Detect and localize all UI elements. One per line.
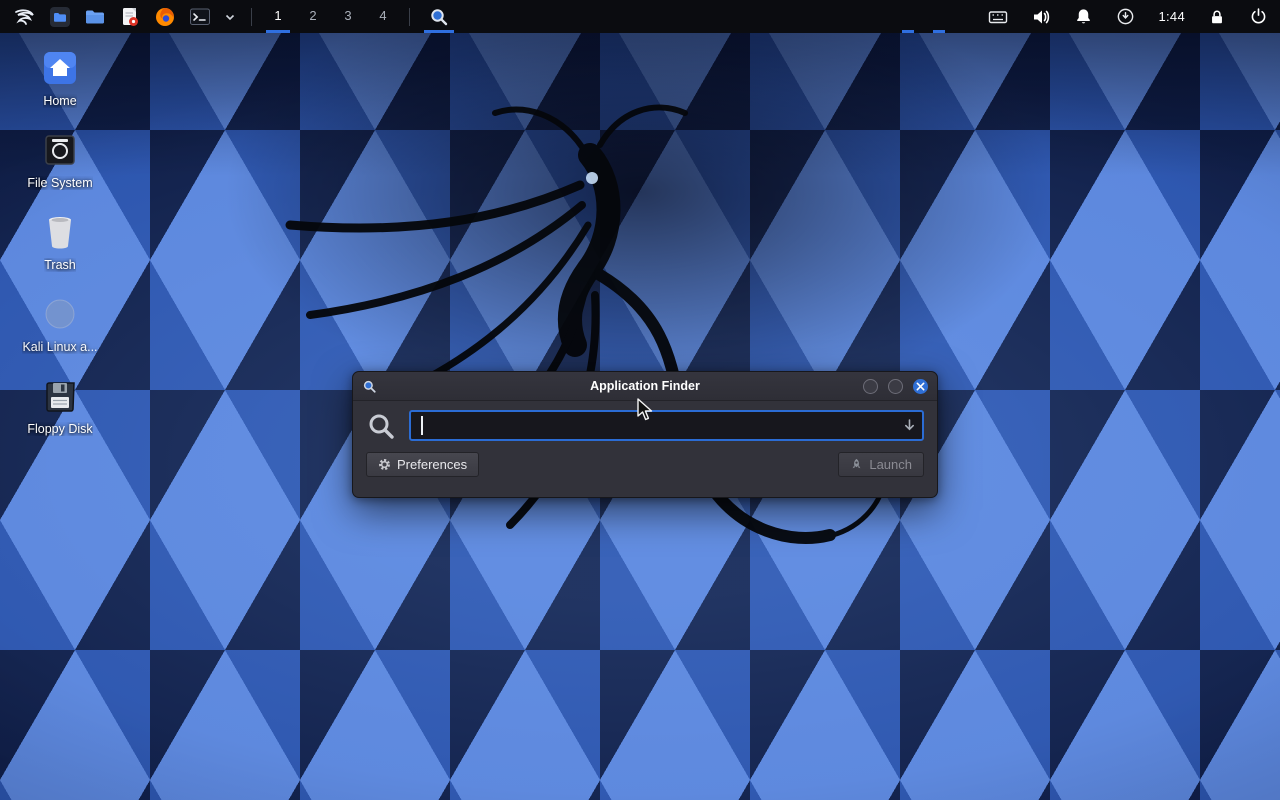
launcher-terminal[interactable] (185, 0, 215, 33)
rocket-icon (850, 458, 863, 471)
close-icon (916, 382, 925, 391)
updates-button[interactable] (1112, 0, 1139, 33)
desktop-icon-label: File System (27, 176, 92, 190)
top-panel: 1 2 3 4 (0, 0, 1280, 33)
home-icon (41, 49, 79, 87)
chevron-down-icon (224, 11, 236, 23)
desktop-icon-label: Kali Linux a... (22, 340, 97, 354)
application-finder-window: Application Finder (352, 371, 938, 498)
maximize-button[interactable] (888, 379, 903, 394)
window-search-icon (362, 379, 377, 394)
files-app-icon (49, 6, 71, 28)
kali-menu-button[interactable] (8, 0, 40, 33)
volume-button[interactable] (1027, 0, 1055, 33)
window-indicator (933, 30, 945, 33)
update-icon (1116, 7, 1135, 26)
preferences-label: Preferences (397, 457, 467, 472)
search-icon-large (366, 411, 396, 441)
search-input[interactable] (409, 410, 924, 441)
keyboard-layout-button[interactable] (984, 0, 1012, 33)
lock-screen-button[interactable] (1204, 0, 1230, 33)
clock[interactable]: 1:44 (1154, 0, 1189, 33)
desktop-icon-home[interactable]: Home (12, 48, 108, 108)
dragon-eye (586, 172, 598, 184)
trash-icon (43, 214, 77, 250)
arrow-down-icon[interactable] (902, 418, 917, 433)
window-indicator (902, 30, 914, 33)
launch-button[interactable]: Launch (838, 452, 924, 477)
desktop-icon-kali-linux[interactable]: Kali Linux a... (12, 294, 108, 354)
launcher-firefox[interactable] (150, 0, 180, 33)
notifications-bell-icon (1074, 7, 1093, 26)
volume-icon (1031, 7, 1051, 27)
workspace-3[interactable]: 3 (333, 0, 363, 33)
panel-separator (251, 8, 252, 26)
desktop-icon-trash[interactable]: Trash (12, 212, 108, 272)
launcher-folder[interactable] (80, 0, 110, 33)
desktop-icon-list: Home File System Trash (12, 48, 108, 458)
power-icon (1249, 7, 1268, 26)
preferences-button[interactable]: Preferences (366, 452, 479, 477)
folder-icon (84, 6, 106, 28)
desktop-icon-floppy[interactable]: Floppy Disk (12, 376, 108, 436)
kali-folder-icon (42, 296, 78, 332)
firefox-icon (154, 6, 176, 28)
desktop-icon-label: Home (43, 94, 76, 108)
window-title: Application Finder (353, 379, 937, 393)
terminal-icon (189, 6, 211, 28)
gear-icon (378, 458, 391, 471)
launch-label: Launch (869, 457, 912, 472)
minimize-button[interactable] (863, 379, 878, 394)
kali-dragon-logo (270, 85, 910, 585)
desktop-icon-label: Floppy Disk (27, 422, 92, 436)
launcher-text-editor[interactable] (115, 0, 145, 33)
taskbar-application-finder[interactable] (421, 0, 457, 33)
desktop-icon-filesystem[interactable]: File System (12, 130, 108, 190)
search-icon (429, 7, 449, 27)
text-caret (421, 416, 423, 435)
desktop-icon-label: Trash (44, 258, 76, 272)
mouse-cursor (636, 398, 658, 422)
notifications-button[interactable] (1070, 0, 1097, 33)
desktop-screen: 1 2 3 4 (0, 0, 1280, 800)
workspace-4[interactable]: 4 (368, 0, 398, 33)
panel-separator (409, 8, 410, 26)
logout-button[interactable] (1245, 0, 1272, 33)
keyboard-icon (988, 7, 1008, 27)
document-icon (119, 6, 141, 28)
workspace-1[interactable]: 1 (263, 0, 293, 33)
panel-tray: 1:44 (984, 0, 1272, 33)
workspace-2[interactable]: 2 (298, 0, 328, 33)
title-bar[interactable]: Application Finder (353, 372, 937, 401)
kali-logo-icon (12, 5, 36, 29)
lock-icon (1208, 8, 1226, 26)
terminal-dropdown-button[interactable] (220, 0, 240, 33)
filesystem-icon (42, 132, 78, 168)
launcher-file-manager[interactable] (45, 0, 75, 33)
close-button[interactable] (913, 379, 928, 394)
floppy-icon (42, 378, 78, 414)
